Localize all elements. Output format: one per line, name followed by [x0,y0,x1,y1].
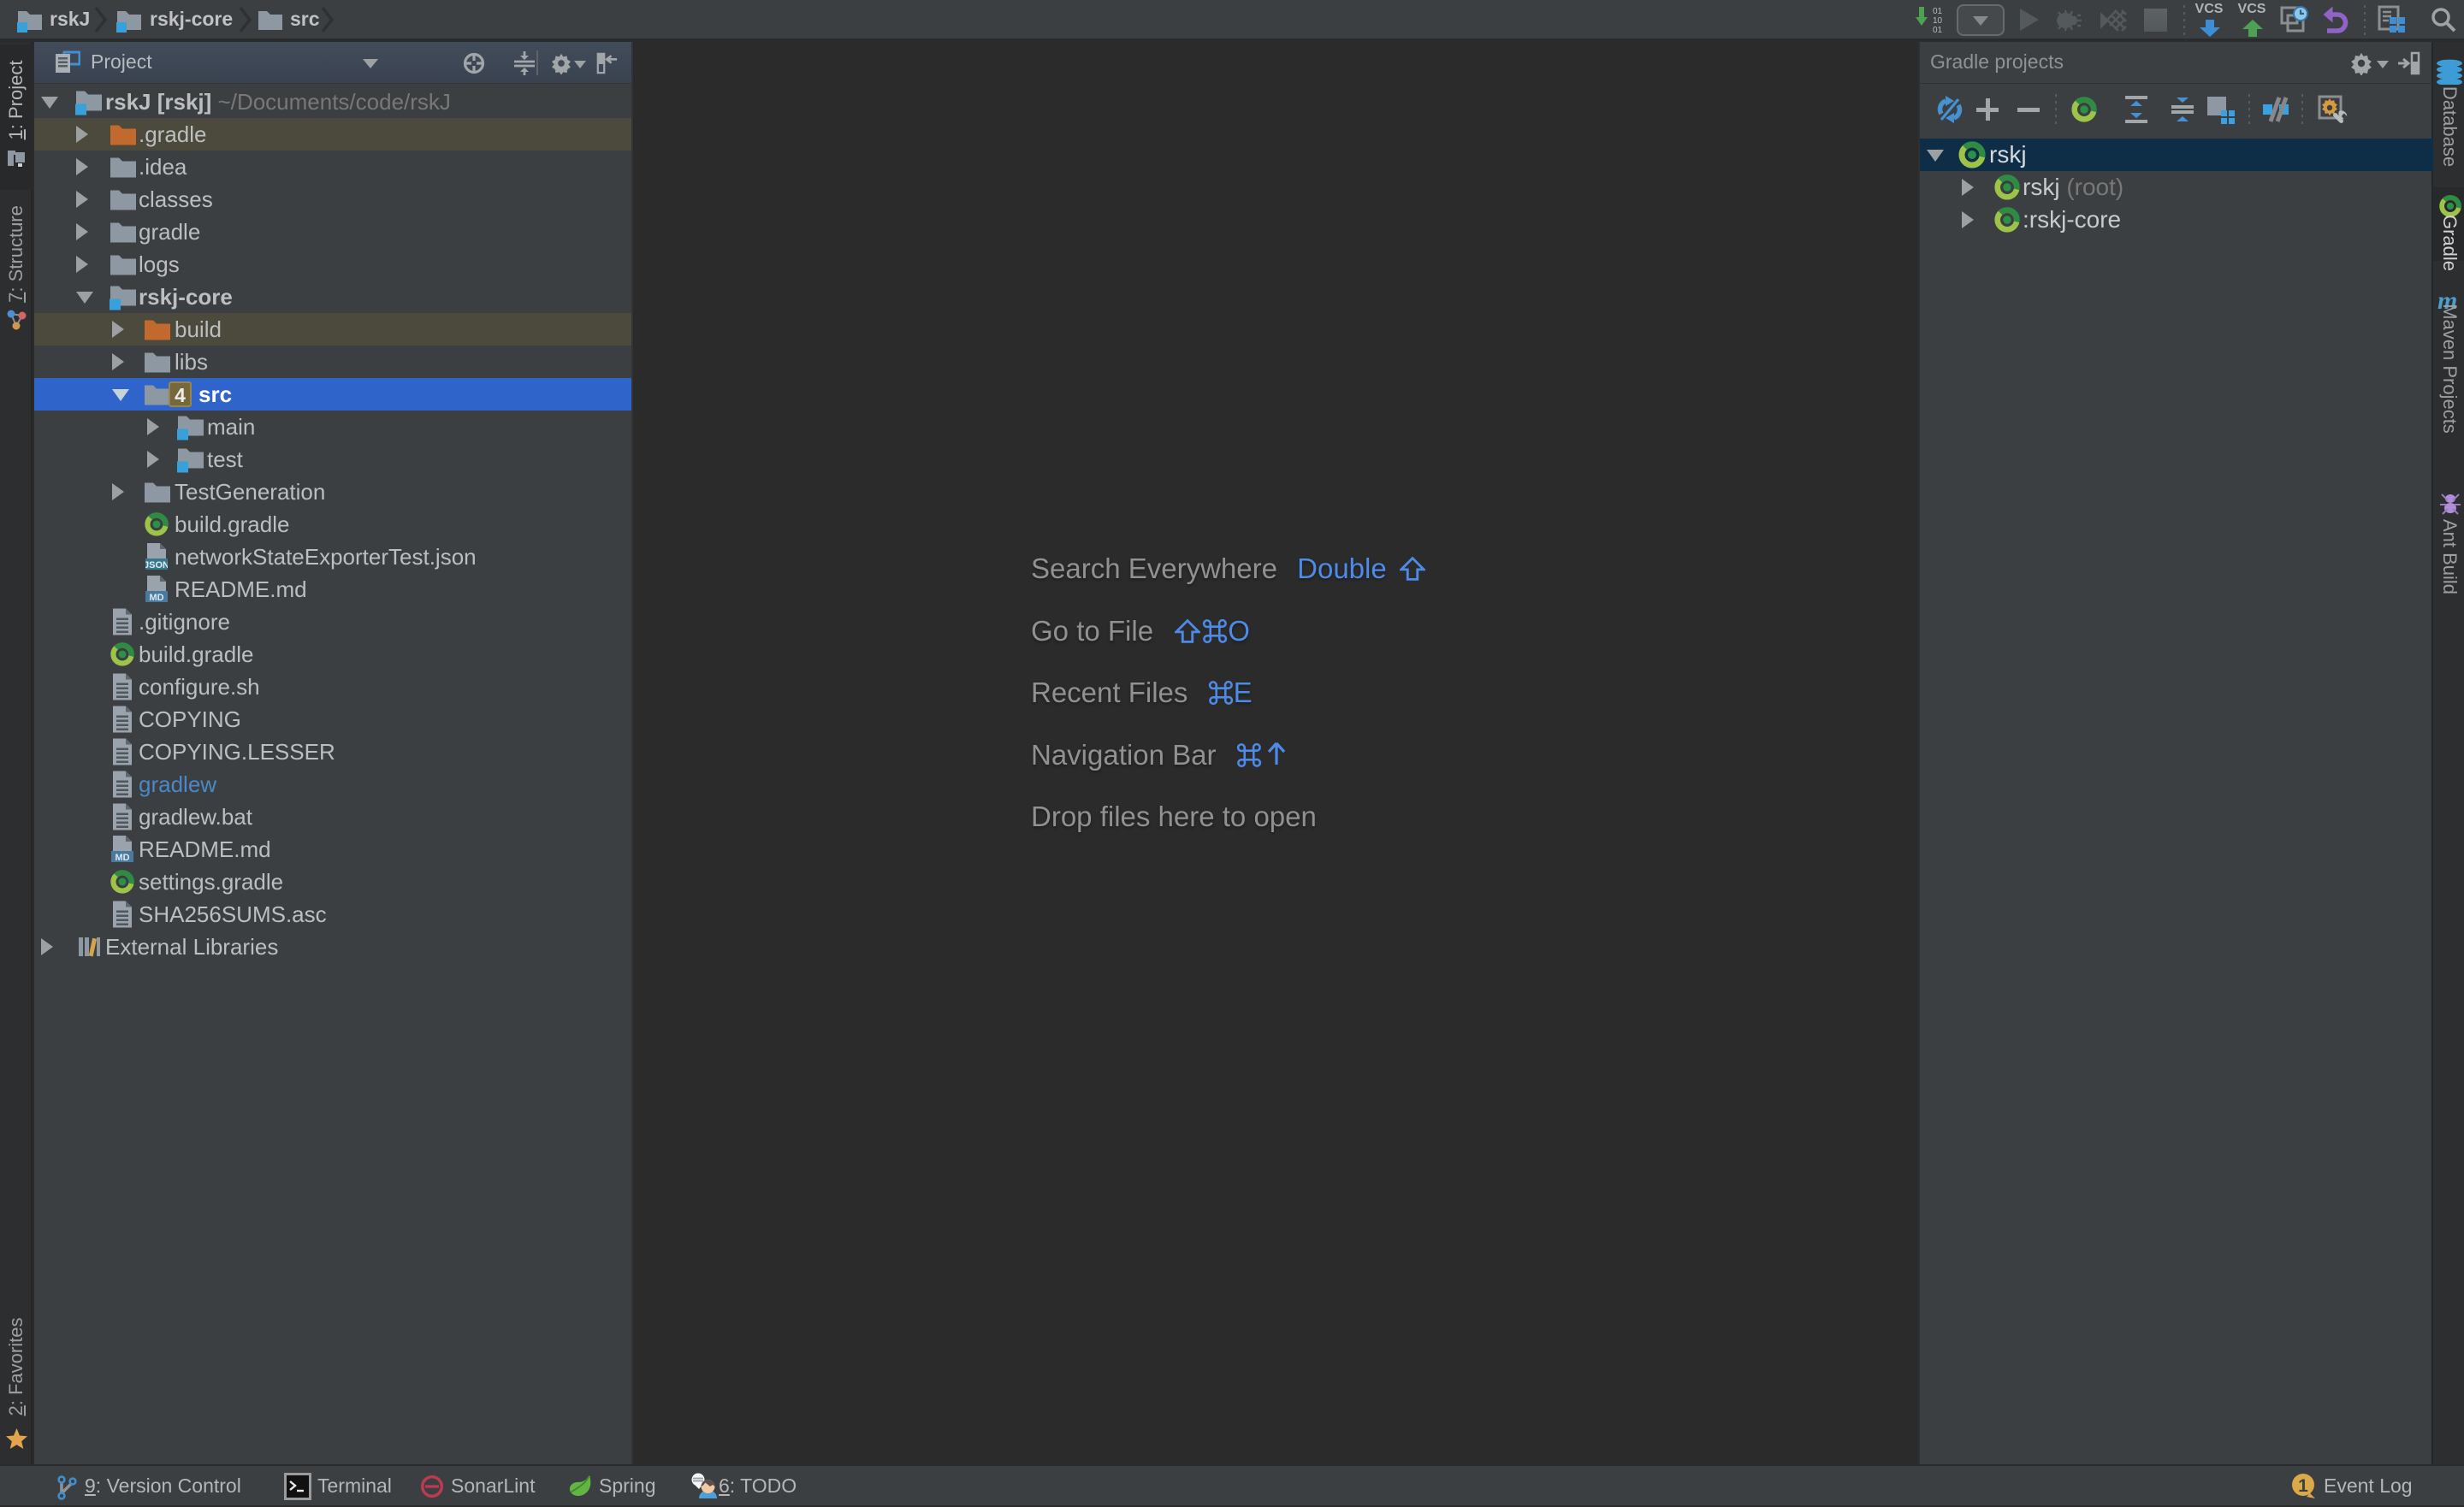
svg-text:JSON: JSON [145,560,168,570]
svg-text:1: 1 [2298,1476,2308,1496]
svg-text:01: 01 [1933,7,1943,16]
svg-text:10: 10 [1933,16,1943,26]
svg-text:01: 01 [1933,26,1943,35]
svg-text:MD: MD [149,593,163,603]
svg-text:MD: MD [115,853,129,863]
